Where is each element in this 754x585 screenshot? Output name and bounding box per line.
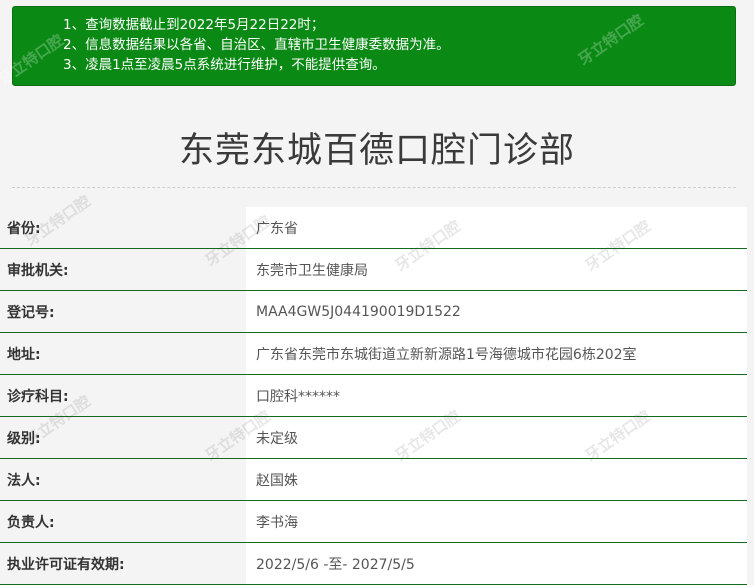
row-label: 执业许可证有效期: <box>0 542 246 585</box>
notice-banner: 1、查询数据截止到2022年5月22日22时； 2、信息数据结果以各省、自治区、… <box>0 6 736 89</box>
table-row: 负责人: 李书海 <box>0 500 747 543</box>
row-label: 审批机关: <box>0 248 246 291</box>
row-label: 省份: <box>0 207 246 249</box>
notice-line-2: 2、信息数据结果以各省、自治区、直辖市卫生健康委数据为准。 <box>63 37 450 53</box>
row-value: 赵国姝 <box>246 458 747 501</box>
notice-line-1: 1、查询数据截止到2022年5月22日22时； <box>63 17 325 33</box>
table-row: 诊疗科目: 口腔科****** <box>0 374 747 417</box>
row-label: 诊疗科目: <box>0 374 246 417</box>
table-row: 审批机关: 东莞市卫生健康局 <box>0 248 747 291</box>
row-value: 广东省 <box>246 207 747 249</box>
table-row: 登记号: MAA4GW5J044190019D1522 <box>0 290 747 333</box>
row-label: 法人: <box>0 458 246 501</box>
clinic-info-table: 省份: 广东省 审批机关: 东莞市卫生健康局 登记号: MAA4GW5J0441… <box>0 207 747 585</box>
row-value: MAA4GW5J044190019D1522 <box>246 290 747 333</box>
notice-line-3: 3、凌晨1点至凌晨5点系统进行维护，不能提供查询。 <box>63 57 386 73</box>
page-title: 东莞东城百德口腔门诊部 <box>178 131 575 171</box>
row-value: 广东省东莞市东城街道立新新源路1号海德城市花园6栋202室 <box>246 332 747 375</box>
row-value: 2022/5/6 -至- 2027/5/5 <box>246 542 747 585</box>
row-label: 级别: <box>0 416 246 459</box>
watermark-logo: 牙立特口腔 <box>0 31 67 89</box>
row-label: 登记号: <box>0 290 246 333</box>
row-label: 地址: <box>0 332 246 375</box>
table-row: 执业许可证有效期: 2022/5/6 -至- 2027/5/5 <box>0 542 747 585</box>
row-value: 未定级 <box>246 416 747 459</box>
row-label: 负责人: <box>0 500 246 543</box>
table-row: 级别: 未定级 <box>0 416 747 459</box>
row-value: 口腔科****** <box>246 374 747 417</box>
table-row: 地址: 广东省东莞市东城街道立新新源路1号海德城市花园6栋202室 <box>0 332 747 375</box>
title-divider <box>12 187 736 188</box>
table-row: 省份: 广东省 <box>0 207 747 249</box>
row-value: 李书海 <box>246 500 747 543</box>
table-row: 法人: 赵国姝 <box>0 458 747 501</box>
row-value: 东莞市卫生健康局 <box>246 248 747 291</box>
